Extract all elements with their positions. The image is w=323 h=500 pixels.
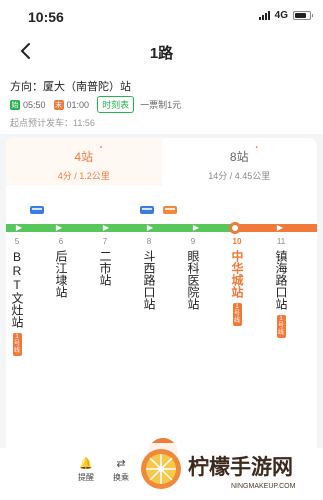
station-name: 镇海路口站 — [274, 250, 288, 310]
station-item[interactable]: 7 二市站 — [96, 237, 114, 286]
battery-icon — [293, 11, 313, 20]
lemon-logo-icon — [141, 449, 181, 489]
last-bus-icon: 末 — [53, 99, 64, 110]
station-number: 11 — [276, 237, 286, 246]
station-number: 9 — [190, 237, 196, 246]
bus-icon[interactable] — [140, 206, 154, 214]
station-number: 8 — [146, 237, 152, 246]
metro-line-badge: 1号线 — [232, 303, 242, 326]
direction-arrow-icon: ▶ — [276, 223, 284, 232]
route-info: 方向：厦大（南普陀）站 始 05:50 末 01:00 时刻表 一票制1元 起点… — [0, 70, 323, 134]
arrival-detail: 14分 / 4.45公里 — [208, 171, 271, 181]
station-name: 中华城站 — [230, 250, 244, 298]
station-name: 斗西路口站 — [142, 250, 156, 310]
status-time: 10:56 — [28, 9, 64, 25]
station-name: BRT文灶站 — [10, 250, 24, 328]
metro-line-badge: 1号线 — [276, 315, 286, 338]
station-name: 后江埭站 — [54, 250, 68, 298]
station-name: 二市站 — [98, 250, 112, 286]
navigation-bar: 1路 — [0, 32, 323, 70]
last-bus-time: 01:00 — [66, 99, 90, 110]
fare-text: 一票制1元 — [140, 100, 182, 110]
station-item-current[interactable]: 10 中华城站 1号线 — [228, 237, 246, 326]
station-item[interactable]: 8 斗西路口站 — [140, 237, 158, 310]
direction-arrow-icon: ▶ — [55, 223, 63, 232]
metro-line-badge: 1号线 — [12, 333, 22, 356]
remind-button[interactable]: 🔔 提醒 — [78, 457, 94, 483]
direction-arrow-icon: ▶ — [146, 223, 154, 232]
swap-icon: ⇄ — [116, 458, 126, 470]
bus-icon[interactable] — [163, 206, 177, 214]
realtime-icon: ◔ — [253, 143, 259, 152]
arrival-panel: ◔ 4站 4分 / 1.2公里 ◔ 8站 14分 / 4.45公里 — [6, 138, 317, 186]
direction-arrow-icon: ▶ — [15, 223, 23, 232]
bus-icon[interactable] — [30, 206, 44, 214]
station-item[interactable]: 6 后江埭站 — [52, 237, 70, 298]
timetable-button[interactable]: 时刻表 — [97, 96, 135, 113]
station-item[interactable]: 9 眼科医院站 — [184, 237, 202, 310]
current-station-marker — [229, 222, 241, 234]
transfer-label: 换乘 — [113, 473, 129, 482]
station-item[interactable]: 5 BRT文灶站 1号线 — [8, 237, 26, 356]
station-number: 10 — [232, 237, 242, 246]
realtime-icon: ◔ — [98, 143, 103, 152]
direction-arrow-icon: ▶ — [192, 223, 200, 232]
watermark-text: 柠檬手游网 — [188, 456, 293, 479]
signal-icon — [258, 11, 270, 20]
transfer-button[interactable]: ⇄ 换乘 — [113, 457, 129, 483]
nearest-arrival[interactable]: ◔ 4站 4分 / 1.2公里 — [6, 138, 162, 186]
station-number: 7 — [102, 237, 108, 246]
direction-arrow-icon: ▶ — [102, 223, 110, 232]
arrival-detail: 4分 / 1.2公里 — [57, 171, 110, 181]
network-label: 4G — [274, 10, 288, 21]
station-item[interactable]: 11 镇海路口站 1号线 — [272, 237, 290, 338]
schedule-row: 始 05:50 末 01:00 时刻表 一票制1元 — [10, 96, 181, 113]
arrival-count: 4站 — [74, 150, 94, 164]
status-indicators: 4G — [258, 10, 313, 21]
first-bus-icon: 始 — [10, 99, 20, 110]
station-number: 5 — [14, 237, 20, 246]
next-arrival[interactable]: ◔ 8站 14分 / 4.45公里 — [162, 138, 318, 186]
station-name: 眼科医院站 — [186, 250, 200, 310]
station-number: 6 — [58, 237, 64, 246]
direction-text: 方向：厦大（南普陀）站 — [10, 81, 131, 93]
status-bar: 10:56 4G — [0, 0, 323, 32]
bell-icon: 🔔 — [79, 458, 93, 470]
remind-label: 提醒 — [78, 473, 94, 482]
page-title: 1路 — [149, 45, 174, 62]
watermark: 柠檬手游网 NINGMAKEUP.COM — [136, 443, 316, 493]
arrival-count: 8站 — [229, 150, 249, 164]
departure-text: 起点预计发车：11:56 — [10, 118, 95, 128]
watermark-url: NINGMAKEUP.COM — [231, 483, 296, 490]
first-bus-time: 05:50 — [23, 99, 46, 110]
